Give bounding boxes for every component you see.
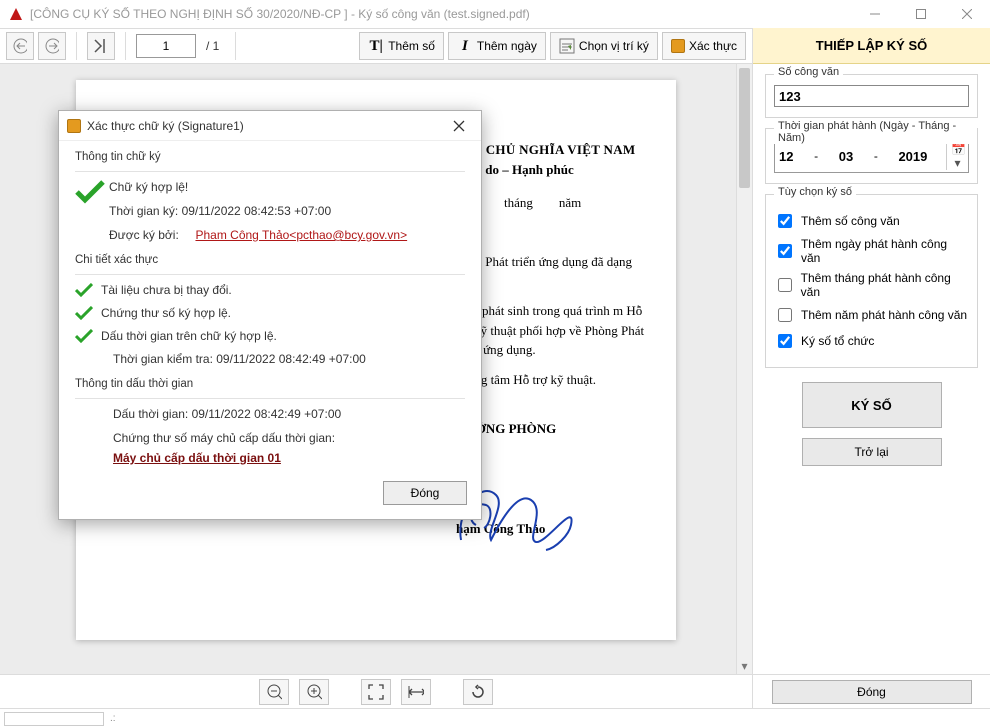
doc-p2: hòng Phát triển ứng dụng đã dạng PDF. [456, 252, 646, 291]
check-icon [75, 283, 101, 300]
sect-timestamp-info: Thông tin dấu thời gian [75, 378, 465, 390]
sect-verify-details: Chi tiết xác thực [75, 254, 465, 266]
window-maximize[interactable] [898, 0, 944, 28]
page-number-input[interactable] [136, 34, 196, 58]
opt-add-month[interactable]: Thêm tháng phát hành công văn [774, 271, 969, 299]
opt-org-sign[interactable]: Ký số tổ chức [774, 331, 969, 351]
vertical-scrollbar[interactable]: ▴ ▾ [736, 64, 752, 674]
sign-time-text: Thời gian ký: 09/11/2022 08:42:53 +07:00 [109, 204, 465, 218]
opt-add-day-checkbox[interactable] [778, 244, 792, 258]
panel-title: THIẾP LẬP KÝ SỐ [753, 28, 990, 64]
doc-p3: ề lỗi phát sinh trong quá trình m Hỗ trợ… [456, 301, 646, 360]
window-close[interactable] [944, 0, 990, 28]
window-title: [CÔNG CỤ KÝ SỐ THEO NGHỊ ĐỊNH SỐ 30/2020… [30, 7, 530, 21]
status-box [4, 712, 104, 726]
doc-number-label: Số công văn [774, 66, 843, 78]
sect-signature-info: Thông tin chữ ký [75, 151, 465, 163]
signed-by-label: Được ký bởi: [109, 228, 179, 242]
close-button[interactable]: Đóng [772, 680, 972, 704]
add-date-button[interactable]: I Thêm ngày [448, 32, 546, 60]
signed-by-link[interactable]: Pham Công Thảo<pcthao@bcy.gov.vn> [195, 228, 407, 242]
dialog-close-button[interactable]: Đóng [383, 481, 467, 505]
viewer-bottom-toolbar [0, 675, 752, 708]
zoom-out-button[interactable] [259, 679, 289, 705]
choose-position-button[interactable]: Chọn vị trí ký [550, 32, 658, 60]
date-year: 2019 [898, 149, 927, 164]
back-button[interactable]: Trở lại [802, 438, 942, 466]
verify-time-text: Thời gian kiểm tra: 09/11/2022 08:42:49 … [75, 352, 465, 366]
app-icon [8, 6, 24, 22]
verify-label: Xác thực [689, 39, 737, 53]
opt-add-year-checkbox[interactable] [778, 308, 792, 322]
verify-signature-dialog: Xác thực chữ ký (Signature1) Thông tin c… [58, 110, 482, 520]
signature-valid-text: Chữ ký hợp lệ! [109, 180, 465, 194]
rotate-button[interactable] [463, 679, 493, 705]
check-icon [75, 306, 101, 323]
detail-3: Dấu thời gian trên chữ ký hợp lệ. [101, 329, 465, 343]
publish-date-label: Thời gian phát hành (Ngày - Tháng - Năm) [774, 120, 977, 144]
scroll-down-icon[interactable]: ▾ [737, 658, 752, 674]
doc-header-line1: HỘI CHỦ NGHĨA VIỆT NAM [456, 140, 646, 160]
dialog-titlebar[interactable]: Xác thực chữ ký (Signature1) [59, 111, 481, 141]
window-minimize[interactable] [852, 0, 898, 28]
detail-2: Chứng thư số ký hợp lệ. [101, 306, 465, 320]
page-total: / 1 [200, 39, 225, 53]
opt-add-year[interactable]: Thêm năm phát hành công văn [774, 305, 969, 325]
ts-server-label: Chứng thư số máy chủ cấp dấu thời gian: [75, 431, 465, 445]
fit-page-button[interactable] [361, 679, 391, 705]
doc-number-input[interactable] [774, 85, 969, 107]
date-picker[interactable]: 12- 03- 2019 📅▾ [774, 139, 969, 173]
verify-button[interactable]: Xác thực [662, 32, 746, 60]
check-icon [75, 329, 101, 346]
verify-icon [671, 39, 685, 53]
text-number-icon: T| [368, 38, 384, 54]
opt-add-number[interactable]: Thêm số công văn [774, 211, 969, 231]
prev-page-button[interactable] [6, 32, 34, 60]
publish-date-fieldset: Thời gian phát hành (Ngày - Tháng - Năm)… [765, 128, 978, 184]
ts-server-link[interactable]: Máy chủ cấp dấu thời gian 01 [113, 451, 281, 465]
resize-grip-icon: .: [110, 713, 116, 724]
timestamp-text: Dấu thời gian: 09/11/2022 08:42:49 +07:0… [75, 407, 465, 421]
add-date-label: Thêm ngày [477, 39, 537, 53]
calendar-icon[interactable]: 📅▾ [946, 142, 964, 170]
opt-add-month-checkbox[interactable] [778, 278, 792, 292]
add-number-button[interactable]: T| Thêm số [359, 32, 444, 60]
doc-p4: Trung tâm Hỗ trợ kỹ thuật. [456, 370, 646, 390]
dialog-close-x[interactable] [445, 115, 473, 137]
statusbar: .: [0, 708, 990, 728]
right-panel: Số công văn Thời gian phát hành (Ngày - … [752, 64, 990, 674]
doc-p1: huật. [456, 223, 646, 243]
sign-options-label: Tùy chọn ký số [774, 186, 856, 198]
opt-add-day[interactable]: Thêm ngày phát hành công văn [774, 237, 969, 265]
date-day: 12 [779, 149, 793, 164]
scrollbar-thumb[interactable] [739, 68, 750, 188]
opt-org-sign-checkbox[interactable] [778, 334, 792, 348]
toolbar: / 1 T| Thêm số I Thêm ngày Chọn vị trí k… [0, 28, 752, 64]
valid-check-icon [75, 180, 109, 209]
sign-button[interactable]: KÝ SỐ [802, 382, 942, 428]
date-month: 03 [839, 149, 853, 164]
last-page-button[interactable] [87, 32, 115, 60]
doc-date-line: ngày tháng năm [456, 193, 646, 213]
sign-options-fieldset: Tùy chọn ký số Thêm số công văn Thêm ngà… [765, 194, 978, 368]
opt-add-number-checkbox[interactable] [778, 214, 792, 228]
zoom-in-button[interactable] [299, 679, 329, 705]
fit-width-button[interactable] [401, 679, 431, 705]
sign-position-icon [559, 38, 575, 54]
doc-header-line2: – Tự do – Hạnh phúc [456, 160, 646, 180]
add-number-label: Thêm số [388, 39, 435, 53]
choose-position-label: Chọn vị trí ký [579, 39, 649, 53]
next-page-button[interactable] [38, 32, 66, 60]
text-date-icon: I [457, 38, 473, 54]
dialog-title: Xác thực chữ ký (Signature1) [87, 119, 445, 133]
doc-director: RƯỞNG PHÒNG [456, 419, 646, 439]
panel-bottom: Đóng [752, 675, 990, 708]
titlebar: [CÔNG CỤ KÝ SỐ THEO NGHỊ ĐỊNH SỐ 30/2020… [0, 0, 990, 28]
detail-1: Tài liệu chưa bị thay đổi. [101, 283, 465, 297]
dialog-icon [67, 119, 81, 133]
doc-number-fieldset: Số công văn [765, 74, 978, 118]
